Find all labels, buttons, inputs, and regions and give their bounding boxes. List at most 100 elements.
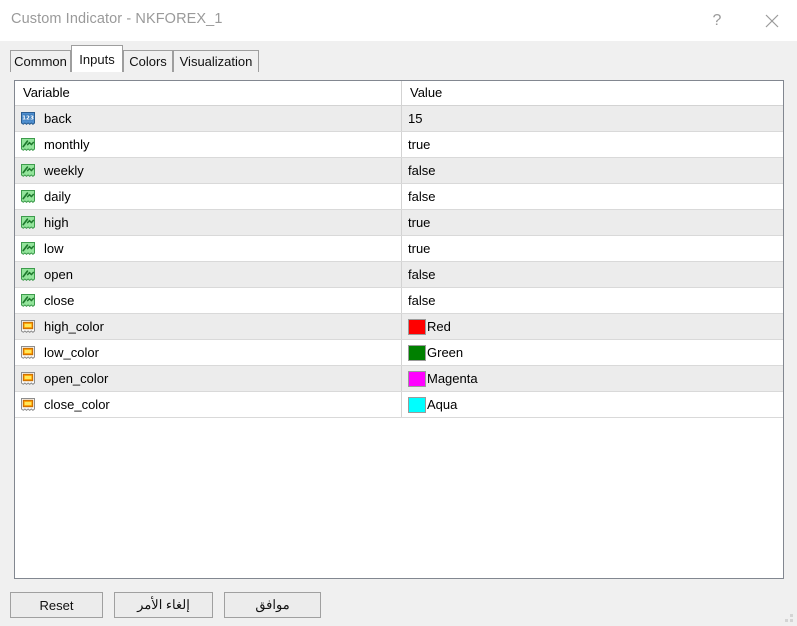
value-text: true xyxy=(408,215,430,230)
variable-cell[interactable]: open_color xyxy=(15,366,401,391)
variable-name: monthly xyxy=(44,137,90,152)
table-row[interactable]: open_color Magenta xyxy=(15,366,783,392)
value-cell[interactable]: true xyxy=(401,236,783,261)
value-cell[interactable]: false xyxy=(401,288,783,313)
variable-cell[interactable]: monthly xyxy=(15,132,401,157)
bool-input-icon xyxy=(20,267,37,283)
table-row[interactable]: weekly false xyxy=(15,158,783,184)
value-text: Magenta xyxy=(427,371,478,386)
table-row[interactable]: daily false xyxy=(15,184,783,210)
table-row[interactable]: high_color Red xyxy=(15,314,783,340)
value-text: true xyxy=(408,137,430,152)
table-row[interactable]: low true xyxy=(15,236,783,262)
table-header-row: Variable Value xyxy=(15,81,783,106)
bool-input-icon xyxy=(20,189,37,205)
value-text: Red xyxy=(427,319,451,334)
value-text: false xyxy=(408,267,435,282)
value-cell[interactable]: Red xyxy=(401,314,783,339)
variable-name: weekly xyxy=(44,163,84,178)
color-swatch[interactable] xyxy=(408,397,426,413)
value-text: Aqua xyxy=(427,397,457,412)
value-text: Green xyxy=(427,345,463,360)
value-text: false xyxy=(408,163,435,178)
variable-cell[interactable]: low_color xyxy=(15,340,401,365)
variable-cell[interactable]: high xyxy=(15,210,401,235)
variable-name: close_color xyxy=(44,397,110,412)
table-body: 123 back 15 monthly true weekly false daily fals… xyxy=(15,106,783,418)
value-cell[interactable]: Green xyxy=(401,340,783,365)
color-swatch[interactable] xyxy=(408,371,426,387)
reset-button[interactable]: Reset xyxy=(10,592,103,618)
value-cell[interactable]: false xyxy=(401,184,783,209)
color-input-icon xyxy=(20,345,37,361)
table-row[interactable]: low_color Green xyxy=(15,340,783,366)
column-header-value[interactable]: Value xyxy=(401,81,783,105)
color-swatch[interactable] xyxy=(408,319,426,335)
bool-input-icon xyxy=(20,293,37,309)
tab-inputs[interactable]: Inputs xyxy=(71,45,123,72)
variable-cell[interactable]: 123 back xyxy=(15,106,401,131)
table-row[interactable]: close_color Aqua xyxy=(15,392,783,418)
variable-cell[interactable]: weekly xyxy=(15,158,401,183)
resize-grip[interactable] xyxy=(781,610,794,623)
variable-cell[interactable]: close xyxy=(15,288,401,313)
ok-button[interactable]: موافق xyxy=(224,592,321,618)
variable-cell[interactable]: daily xyxy=(15,184,401,209)
column-header-variable[interactable]: Variable xyxy=(15,81,401,105)
value-cell[interactable]: true xyxy=(401,210,783,235)
value-cell[interactable]: false xyxy=(401,158,783,183)
tab-strip: Common Inputs Colors Visualization xyxy=(0,41,797,72)
variable-name: back xyxy=(44,111,71,126)
tab-visualization[interactable]: Visualization xyxy=(173,50,259,72)
variable-cell[interactable]: high_color xyxy=(15,314,401,339)
tab-label: Colors xyxy=(129,54,167,69)
variable-cell[interactable]: open xyxy=(15,262,401,287)
tab-label: Inputs xyxy=(79,52,114,67)
value-text: true xyxy=(408,241,430,256)
variable-name: high_color xyxy=(44,319,104,334)
value-cell[interactable]: Aqua xyxy=(401,392,783,417)
variable-name: open xyxy=(44,267,73,282)
table-row[interactable]: 123 back 15 xyxy=(15,106,783,132)
table-row[interactable]: close false xyxy=(15,288,783,314)
variable-name: low xyxy=(44,241,64,256)
value-text: false xyxy=(408,293,435,308)
table-row[interactable]: high true xyxy=(15,210,783,236)
close-button[interactable] xyxy=(749,0,795,41)
help-button[interactable]: ? xyxy=(694,0,740,41)
bool-input-icon xyxy=(20,163,37,179)
color-input-icon xyxy=(20,319,37,335)
cancel-button[interactable]: إلغاء الأمر xyxy=(114,592,213,618)
variable-cell[interactable]: close_color xyxy=(15,392,401,417)
tab-common[interactable]: Common xyxy=(10,50,71,72)
question-mark-icon: ? xyxy=(713,13,722,29)
window-title: Custom Indicator - NKFOREX_1 xyxy=(11,11,223,27)
bool-input-icon xyxy=(20,241,37,257)
variable-name: low_color xyxy=(44,345,99,360)
variable-name: daily xyxy=(44,189,71,204)
variable-cell[interactable]: low xyxy=(15,236,401,261)
color-input-icon xyxy=(20,371,37,387)
variable-name: high xyxy=(44,215,69,230)
inputs-table: Variable Value 123 back 15 monthly true weekl… xyxy=(14,80,784,579)
value-cell[interactable]: true xyxy=(401,132,783,157)
value-cell[interactable]: 15 xyxy=(401,106,783,131)
svg-text:123: 123 xyxy=(22,115,34,121)
bool-input-icon xyxy=(20,137,37,153)
variable-name: close xyxy=(44,293,74,308)
value-cell[interactable]: false xyxy=(401,262,783,287)
tab-colors[interactable]: Colors xyxy=(123,50,173,72)
color-swatch[interactable] xyxy=(408,345,426,361)
value-text: false xyxy=(408,189,435,204)
table-row[interactable]: open false xyxy=(15,262,783,288)
tab-label: Common xyxy=(14,54,67,69)
window-titlebar: Custom Indicator - NKFOREX_1 ? xyxy=(0,0,797,41)
value-cell[interactable]: Magenta xyxy=(401,366,783,391)
color-input-icon xyxy=(20,397,37,413)
bool-input-icon xyxy=(20,215,37,231)
variable-name: open_color xyxy=(44,371,108,386)
integer-input-icon: 123 xyxy=(20,111,37,127)
close-icon xyxy=(765,14,779,28)
table-row[interactable]: monthly true xyxy=(15,132,783,158)
value-text: 15 xyxy=(408,111,422,126)
